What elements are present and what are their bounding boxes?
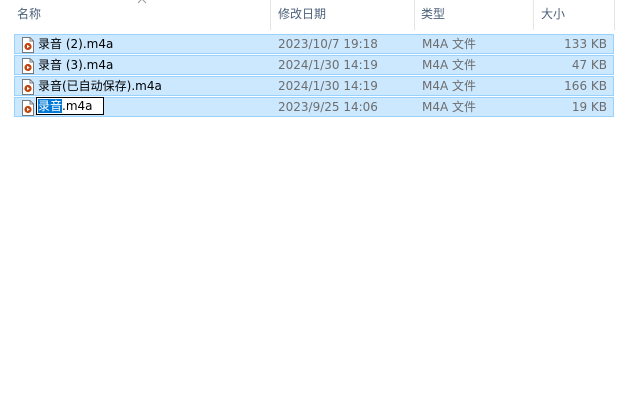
column-divider[interactable]: [414, 0, 415, 30]
column-header-size[interactable]: 大小: [541, 0, 565, 30]
file-list: 录音 (2).m4a 2023/10/7 19:18 M4A 文件 133 KB…: [14, 34, 614, 118]
file-row[interactable]: 录音 (3).m4a 2024/1/30 14:19 M4A 文件 47 KB: [14, 55, 614, 75]
file-modified: 2023/10/7 19:18: [278, 37, 378, 51]
column-divider[interactable]: [533, 0, 534, 30]
file-name: 录音 (2).m4a: [38, 37, 114, 51]
file-row-renaming[interactable]: 录音.m4a 2023/9/25 14:06 M4A 文件 19 KB: [14, 97, 614, 117]
column-header-type[interactable]: 类型: [421, 0, 445, 30]
file-row[interactable]: 录音(已自动保存).m4a 2024/1/30 14:19 M4A 文件 166…: [14, 76, 614, 96]
file-type: M4A 文件: [422, 58, 477, 72]
column-header-name[interactable]: 名称: [17, 0, 41, 30]
column-divider[interactable]: [270, 0, 271, 30]
sort-chevron-up-icon[interactable]: [137, 0, 147, 5]
file-modified: 2023/9/25 14:06: [278, 100, 378, 114]
audio-file-icon: [22, 100, 34, 116]
file-size: 166 KB: [564, 79, 607, 93]
column-divider[interactable]: [614, 0, 615, 30]
file-type: M4A 文件: [422, 37, 477, 51]
file-modified: 2024/1/30 14:19: [278, 79, 378, 93]
audio-file-icon: [22, 79, 34, 95]
rename-selected-text: 录音: [38, 99, 63, 113]
file-name: 录音(已自动保存).m4a: [38, 79, 162, 93]
file-name: 录音 (3).m4a: [38, 58, 114, 72]
file-type: M4A 文件: [422, 79, 477, 93]
file-size: 133 KB: [564, 37, 607, 51]
file-modified: 2024/1/30 14:19: [278, 58, 378, 72]
file-size: 47 KB: [571, 58, 607, 72]
rename-extension-text: .m4a: [62, 99, 93, 113]
column-header-bar: 名称 修改日期 类型 大小: [0, 0, 641, 30]
column-header-modified[interactable]: 修改日期: [278, 0, 326, 30]
audio-file-icon: [22, 37, 34, 53]
audio-file-icon: [22, 58, 34, 74]
rename-input[interactable]: 录音.m4a: [36, 97, 104, 115]
file-row[interactable]: 录音 (2).m4a 2023/10/7 19:18 M4A 文件 133 KB: [14, 34, 614, 54]
file-size: 19 KB: [571, 100, 607, 114]
file-type: M4A 文件: [422, 100, 477, 114]
